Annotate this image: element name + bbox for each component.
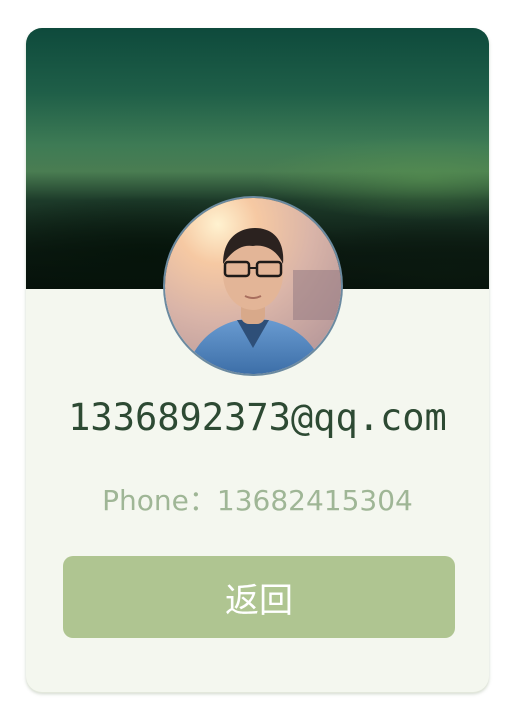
phone-line: Phone：13682415304: [26, 479, 489, 519]
back-button[interactable]: 返回: [63, 556, 455, 638]
avatar-photo: [165, 198, 341, 374]
phone-label: Phone：: [102, 484, 217, 517]
email-text: 1336892373@qq.com: [68, 396, 447, 439]
phone-number: 13682415304: [216, 484, 413, 517]
profile-card: 1336892373@qq.com Phone：13682415304 返回: [26, 28, 489, 692]
avatar: [165, 198, 341, 374]
